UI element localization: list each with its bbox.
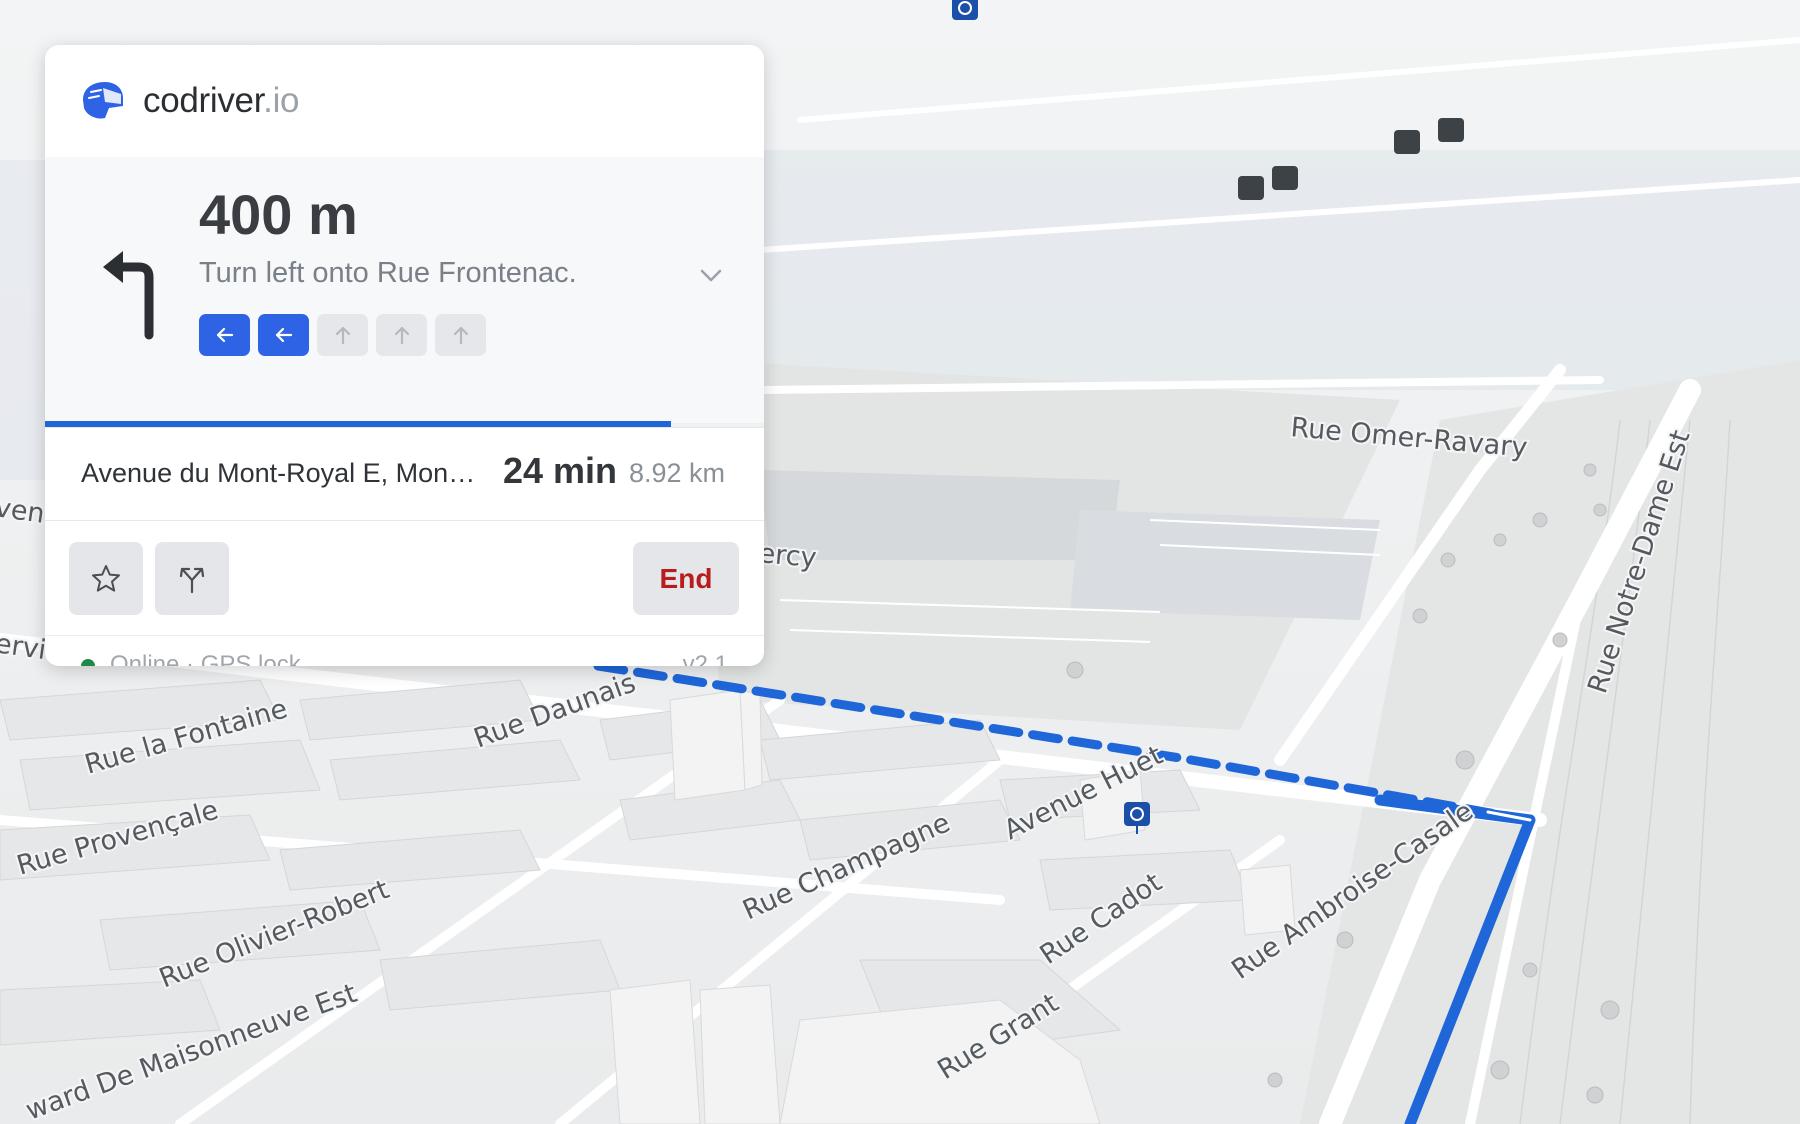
chevron-down-icon[interactable] <box>693 257 729 293</box>
connection-status: Online · GPS lock <box>110 651 301 666</box>
arrow-up-icon <box>335 326 350 345</box>
app-version: v2.1 <box>682 651 728 666</box>
poi-marker[interactable] <box>952 0 978 20</box>
brand-tld: .io <box>263 81 300 120</box>
lane-4 <box>376 314 427 356</box>
lane-2 <box>258 314 309 356</box>
end-navigation-button[interactable]: End <box>633 542 739 615</box>
favorite-button[interactable] <box>69 542 143 615</box>
star-icon <box>92 564 120 592</box>
eta-time: 24 min <box>503 450 618 491</box>
street-label: ven <box>0 492 47 530</box>
maneuver-card[interactable]: 400 m Turn left onto Rue Frontenac. <box>45 157 764 427</box>
action-bar: End <box>45 519 764 634</box>
lane-3 <box>317 314 368 356</box>
arrow-left-icon <box>275 327 292 343</box>
online-indicator <box>81 659 95 666</box>
alternate-route-button[interactable] <box>155 542 229 615</box>
arrow-up-icon <box>394 326 409 345</box>
arrow-up-icon <box>453 326 468 345</box>
helmet-logo-icon <box>83 82 123 119</box>
street-label: ercy <box>757 538 817 574</box>
route-summary[interactable]: Avenue du Mont-Royal E, Montréal 24 min … <box>45 427 764 521</box>
brand-name: codriver.io <box>143 81 300 120</box>
remaining-distance: 8.92 km <box>629 458 726 488</box>
maneuver-instruction: Turn left onto Rue Frontenac. <box>199 257 577 289</box>
lane-5 <box>435 314 486 356</box>
status-bar: Online · GPS lock v2.1 <box>45 635 764 666</box>
lane-guidance <box>199 314 486 356</box>
lane-1 <box>199 314 250 356</box>
turn-left-arrow-icon <box>103 251 154 340</box>
destination-name: Avenue du Mont-Royal E, Montréal <box>81 458 481 488</box>
fork-route-icon <box>179 567 205 593</box>
arrow-left-icon <box>216 327 233 343</box>
navigation-panel: codriver.io 400 m Turn left onto Rue Fro… <box>45 45 764 666</box>
maneuver-distance: 400 m <box>199 183 358 246</box>
brand-header: codriver.io <box>45 45 764 157</box>
